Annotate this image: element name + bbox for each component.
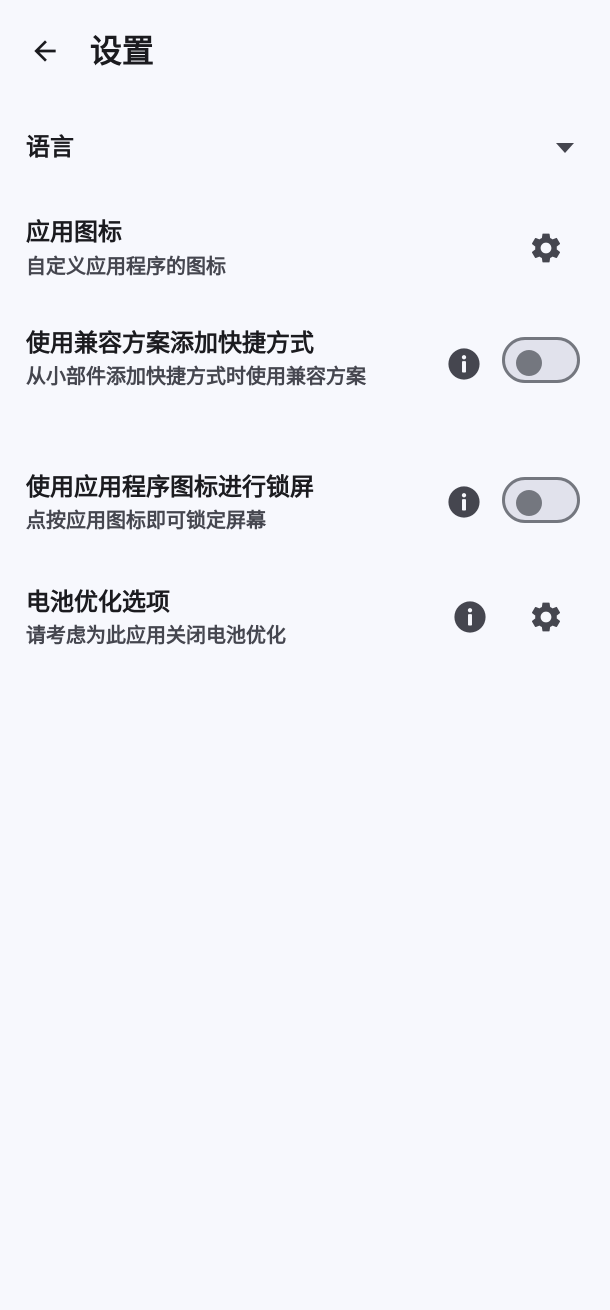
- dropdown-arrow-icon: [556, 143, 574, 153]
- toggle-knob: [516, 350, 542, 376]
- info-icon: [454, 601, 486, 633]
- battery-title: 电池优化选项: [26, 588, 170, 616]
- app-icon-subtitle: 自定义应用程序的图标: [26, 254, 226, 278]
- lock-screen-toggle[interactable]: [502, 477, 580, 523]
- battery-subtitle: 请考虑为此应用关闭电池优化: [26, 623, 286, 647]
- compat-shortcut-subtitle: 从小部件添加快捷方式时使用兼容方案: [26, 364, 366, 388]
- gear-icon: [531, 602, 561, 632]
- language-row[interactable]: 语言: [0, 104, 610, 190]
- app-icon-title: 应用图标: [26, 218, 122, 246]
- compat-shortcut-toggle[interactable]: [502, 337, 580, 383]
- lock-screen-subtitle: 点按应用图标即可锁定屏幕: [26, 508, 266, 532]
- battery-info-button[interactable]: [448, 595, 492, 639]
- language-dropdown-button[interactable]: [545, 130, 585, 166]
- battery-settings-button[interactable]: [522, 593, 570, 641]
- lock-screen-row[interactable]: 使用应用程序图标进行锁屏 点按应用图标即可锁定屏幕: [0, 460, 610, 550]
- arrow-back-icon: [34, 40, 56, 62]
- language-label: 语言: [26, 133, 74, 161]
- page-title: 设置: [90, 32, 155, 70]
- app-icon-row[interactable]: 应用图标 自定义应用程序的图标: [0, 200, 610, 296]
- battery-row[interactable]: 电池优化选项 请考虑为此应用关闭电池优化: [0, 575, 610, 665]
- app-icon-settings-button[interactable]: [522, 224, 570, 272]
- gear-icon: [531, 233, 561, 263]
- info-icon: [448, 348, 480, 380]
- compat-shortcut-info-button[interactable]: [442, 342, 486, 386]
- compat-shortcut-title: 使用兼容方案添加快捷方式: [26, 329, 314, 357]
- info-icon: [448, 486, 480, 518]
- lock-screen-info-button[interactable]: [442, 480, 486, 524]
- top-app-bar: 设置: [0, 0, 610, 104]
- compat-shortcut-row[interactable]: 使用兼容方案添加快捷方式 从小部件添加快捷方式时使用兼容方案: [0, 310, 610, 430]
- lock-screen-title: 使用应用程序图标进行锁屏: [26, 473, 314, 501]
- toggle-knob: [516, 490, 542, 516]
- back-button[interactable]: [22, 28, 68, 74]
